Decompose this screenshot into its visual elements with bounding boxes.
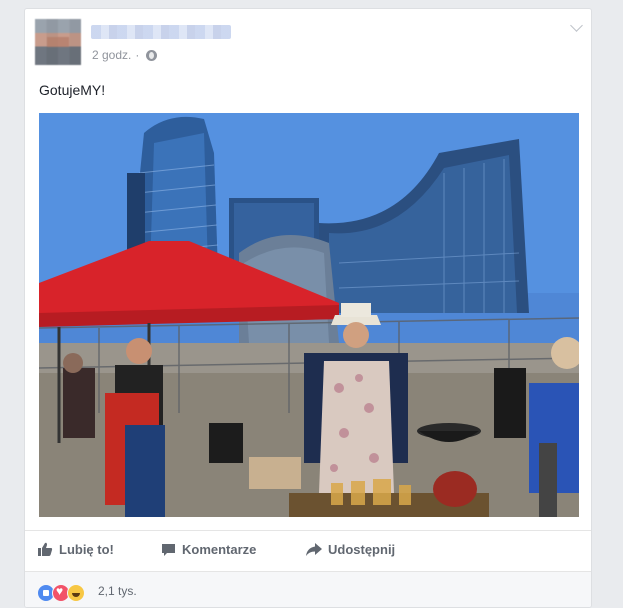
post-text: GotujeMY! [39,82,106,98]
thumbs-up-icon [38,542,53,556]
like-label: Lubię to! [59,542,114,557]
comment-button[interactable]: Komentarze [161,542,256,557]
post-meta: 2 godz. · [92,48,158,62]
like-button[interactable]: Lubię to! [37,542,114,557]
comment-icon [162,543,175,556]
post-card: 2 godz. · GotujeMY! Lubię to! Komentarze… [24,8,592,608]
photo-illustration [39,113,579,517]
post-header: 2 godz. · [35,19,575,65]
avatar[interactable] [35,19,81,65]
share-button[interactable]: Udostępnij [306,542,395,557]
haha-reaction-icon [67,584,85,602]
share-label: Udostępnij [328,542,396,557]
reaction-count[interactable]: 2,1 tys. [98,584,137,598]
share-icon [306,543,322,556]
meta-separator: · [135,48,140,62]
reaction-icons [37,584,85,602]
comment-label: Komentarze [182,542,257,557]
globe-icon[interactable] [146,49,158,61]
post-actions-bar: Lubię to! Komentarze Udostępnij [25,530,591,571]
reactions-bar[interactable]: 2,1 tys. [25,571,591,607]
post-photo[interactable] [39,113,579,517]
post-timestamp[interactable]: 2 godz. [92,48,131,62]
author-name-blurred[interactable] [91,25,231,39]
